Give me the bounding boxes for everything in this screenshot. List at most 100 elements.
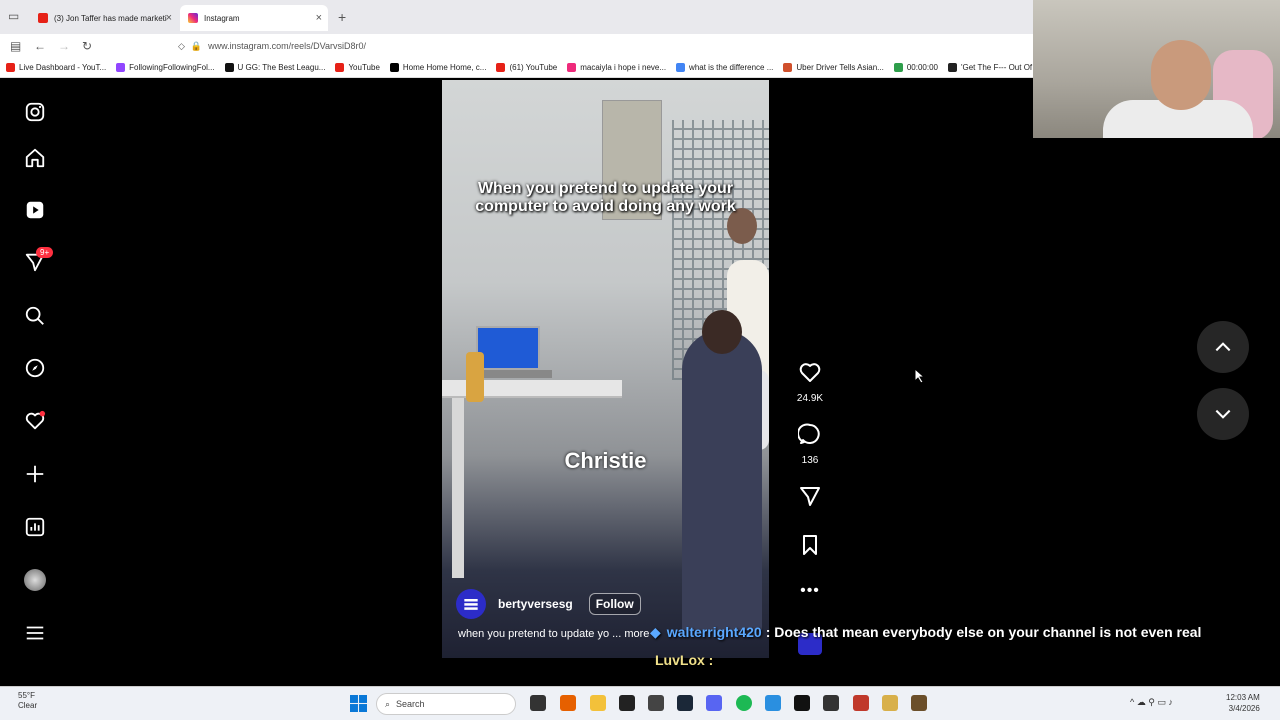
bookmark-item[interactable]: Live Dashboard - YouT... bbox=[6, 63, 106, 72]
tab-youtube[interactable]: (3) Jon Taffer has made marketi × bbox=[30, 5, 178, 31]
bookmark-item[interactable]: U GG: The Best Leagu... bbox=[224, 63, 326, 72]
weather-temp: 55°F bbox=[18, 691, 35, 700]
steam-icon[interactable] bbox=[677, 695, 693, 711]
chat-badge-icon: ◆ bbox=[650, 623, 661, 640]
app-yellow-icon[interactable] bbox=[882, 695, 898, 711]
nav-bar: ▤ ← → ↻ ◇ 🔒 www.instagram.com/reels/DVar… bbox=[0, 34, 1033, 58]
comment-count: 136 bbox=[801, 455, 819, 466]
app-x-icon[interactable] bbox=[794, 695, 810, 711]
instagram-sidebar bbox=[0, 80, 70, 685]
address-bar[interactable]: ◇ 🔒 www.instagram.com/reels/DVarvsiD8r0/ bbox=[178, 37, 1018, 55]
author-username[interactable]: bertyversesg bbox=[498, 597, 573, 611]
bookmark-item[interactable]: FollowingFollowingFol... bbox=[116, 63, 215, 72]
discord-icon[interactable] bbox=[706, 695, 722, 711]
bookmark-label: (61) YouTube bbox=[509, 63, 558, 72]
app-red-icon[interactable] bbox=[853, 695, 869, 711]
forward-icon[interactable]: → bbox=[58, 39, 70, 53]
app-w-icon[interactable] bbox=[911, 695, 927, 711]
bookmark-item[interactable]: 00:00:00 bbox=[893, 63, 938, 72]
bookmark-label: Live Dashboard - YouT... bbox=[19, 63, 107, 72]
youtube-icon bbox=[496, 63, 506, 72]
start-icon[interactable] bbox=[350, 695, 367, 717]
taskbar-clock[interactable]: 12:03 AM 3/4/2026 bbox=[1226, 692, 1260, 714]
scene-laptop-base bbox=[472, 370, 552, 378]
next-reel-button[interactable] bbox=[1197, 388, 1249, 440]
like-count: 24.9K bbox=[796, 393, 824, 404]
more-options-icon[interactable]: ••• bbox=[790, 582, 830, 600]
reel-caption-overlay: When you pretend to update your computer… bbox=[475, 180, 736, 215]
bookmark-label: 00:00:00 bbox=[906, 63, 938, 72]
system-tray-icons[interactable]: ^ ☁ ⚲ ▭ ♪ bbox=[1130, 697, 1173, 708]
notifications-icon[interactable] bbox=[22, 408, 48, 434]
obs-icon[interactable] bbox=[648, 695, 664, 711]
bookmark-label: Uber Driver Tells Asian... bbox=[796, 63, 884, 72]
timer-icon bbox=[893, 63, 903, 72]
reels-icon[interactable] bbox=[22, 197, 48, 223]
bookmark-item[interactable]: (61) YouTube bbox=[496, 63, 557, 72]
instagram-icon[interactable] bbox=[22, 99, 48, 125]
instagram-favicon-icon bbox=[188, 13, 198, 23]
bookmark-label: 'Get The F--- Out Of M bbox=[960, 63, 1033, 72]
sidebar-toggle-icon[interactable]: ▤ bbox=[10, 39, 21, 53]
bookmark-label: what is the difference ... bbox=[689, 63, 774, 72]
share-icon bbox=[800, 487, 820, 506]
explore-icon[interactable] bbox=[22, 355, 48, 381]
follow-button[interactable]: Follow bbox=[588, 593, 641, 615]
file-explorer-icon[interactable] bbox=[590, 695, 606, 711]
share-button[interactable] bbox=[790, 484, 830, 513]
bookmark-label: U GG: The Best Leagu... bbox=[237, 63, 326, 72]
profile-avatar[interactable] bbox=[22, 567, 48, 593]
shield-icon[interactable]: ◇ bbox=[178, 41, 185, 52]
chat-message-text: : Does that mean everybody else on your … bbox=[765, 624, 1202, 640]
bookmark-item[interactable]: YouTube bbox=[335, 63, 380, 72]
task-view-icon[interactable] bbox=[530, 695, 546, 711]
bookmark-item[interactable]: what is the difference ... bbox=[676, 63, 773, 72]
save-button[interactable] bbox=[790, 533, 830, 562]
app-n-icon[interactable] bbox=[823, 695, 839, 711]
reel-name-overlay: Christie bbox=[564, 448, 647, 473]
taskbar-search[interactable]: ⌕ Search bbox=[376, 693, 516, 715]
new-tab-icon[interactable]: + bbox=[338, 9, 346, 25]
weather-widget[interactable]: 55°F Clear bbox=[18, 691, 37, 711]
create-icon[interactable] bbox=[22, 461, 48, 487]
scene-bottle bbox=[466, 352, 484, 402]
youtube-favicon-icon bbox=[38, 13, 48, 23]
back-icon[interactable]: ← bbox=[34, 39, 46, 53]
previous-reel-button[interactable] bbox=[1197, 321, 1249, 373]
bookmark-item[interactable]: Uber Driver Tells Asian... bbox=[783, 63, 884, 72]
webcam-overlay bbox=[1033, 0, 1280, 138]
ugg-icon bbox=[224, 63, 234, 72]
close-tab-icon[interactable]: × bbox=[166, 12, 172, 24]
like-button[interactable]: 24.9K bbox=[790, 360, 830, 404]
dashboard-icon[interactable] bbox=[22, 514, 48, 540]
heart-icon bbox=[799, 363, 821, 382]
scene-desk-leg bbox=[452, 398, 464, 578]
search-icon[interactable] bbox=[22, 303, 48, 329]
reel-video[interactable]: When you pretend to update your computer… bbox=[442, 80, 769, 658]
firefox-icon[interactable] bbox=[560, 695, 576, 711]
author-avatar[interactable] bbox=[456, 589, 486, 619]
stream-chat-message-2: LuvLox : bbox=[655, 652, 713, 668]
scene-laptop-screen bbox=[476, 326, 540, 370]
weather-desc: Clear bbox=[18, 701, 38, 710]
close-tab-icon[interactable]: × bbox=[316, 12, 322, 24]
bookmark-item[interactable]: macaiyla i hope i neve... bbox=[567, 63, 666, 72]
comment-button[interactable]: 136 bbox=[790, 422, 830, 466]
tab-instagram[interactable]: Instagram × bbox=[180, 5, 328, 31]
browser-icon[interactable] bbox=[765, 695, 781, 711]
lock-icon[interactable]: 🔒 bbox=[191, 41, 202, 52]
url-text[interactable]: www.instagram.com/reels/DVarvsiD8r0/ bbox=[208, 41, 366, 51]
tab-overview-icon[interactable]: ▭ bbox=[8, 9, 19, 23]
reel-description[interactable]: when you pretend to update yo ... more bbox=[458, 628, 649, 640]
bookmark-item[interactable]: Home Home Home, c... bbox=[389, 63, 487, 72]
capcut-icon[interactable] bbox=[619, 695, 635, 711]
bookmarks-bar: Live Dashboard - YouT... FollowingFollow… bbox=[0, 58, 1033, 78]
bookmark-item[interactable]: 'Get The F--- Out Of M bbox=[947, 63, 1033, 72]
bookmark-label: Home Home Home, c... bbox=[402, 63, 487, 72]
search-placeholder: Search bbox=[396, 699, 425, 709]
menu-icon[interactable] bbox=[22, 620, 48, 646]
spotify-icon[interactable] bbox=[736, 695, 752, 711]
reload-icon[interactable]: ↻ bbox=[82, 39, 92, 53]
home-icon[interactable] bbox=[22, 145, 48, 171]
youtube-icon bbox=[335, 63, 345, 72]
